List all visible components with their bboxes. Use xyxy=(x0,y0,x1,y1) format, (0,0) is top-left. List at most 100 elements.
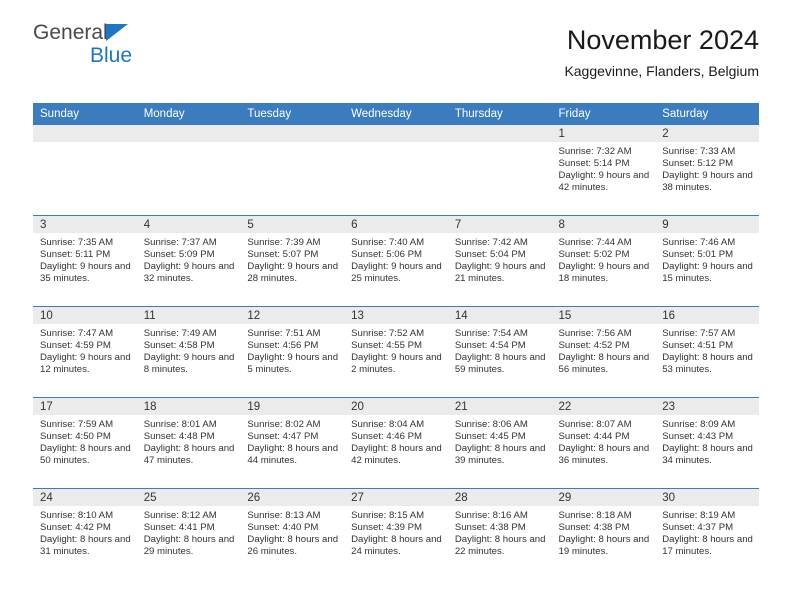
day-details: Sunrise: 8:06 AM Sunset: 4:45 PM Daylight:… xyxy=(448,415,552,467)
calendar-day-cell[interactable]: 5 Sunrise: 7:39 AM Sunset: 5:07 PM Daylight… xyxy=(240,215,345,307)
day-cell-inner xyxy=(344,125,448,215)
calendar-day-cell[interactable]: 13 Sunrise: 7:52 AM Sunset: 4:55 PM Dayligh… xyxy=(344,306,448,398)
calendar-day-cell[interactable]: 19 Sunrise: 8:02 AM Sunset: 4:47 PM Dayligh… xyxy=(240,397,345,489)
sunrise-text: Sunrise: 7:57 AM xyxy=(662,328,736,339)
calendar-day-cell[interactable]: 6 Sunrise: 7:40 AM Sunset: 5:06 PM Daylight… xyxy=(344,215,448,307)
day-number: 4 xyxy=(136,216,241,233)
calendar-day-cell[interactable]: 8 Sunrise: 7:44 AM Sunset: 5:02 PM Daylight… xyxy=(551,215,656,307)
day-details: Sunrise: 8:12 AM Sunset: 4:41 PM Daylight:… xyxy=(137,506,241,558)
day-details: Sunrise: 7:54 AM Sunset: 4:54 PM Daylight:… xyxy=(448,324,552,376)
daylight-text: Daylight: 9 hours and 28 minutes. xyxy=(247,261,339,285)
calendar-day-cell[interactable]: 25 Sunrise: 8:12 AM Sunset: 4:41 PM Dayligh… xyxy=(136,488,241,579)
calendar-day-cell[interactable]: 28 Sunrise: 8:16 AM Sunset: 4:38 PM Dayligh… xyxy=(447,488,552,579)
sunrise-text: Sunrise: 7:37 AM xyxy=(143,237,217,248)
sunset-text: Sunset: 4:42 PM xyxy=(40,522,111,534)
daylight-text: Daylight: 8 hours and 29 minutes. xyxy=(143,534,235,558)
calendar-day-cell[interactable]: 24 Sunrise: 8:10 AM Sunset: 4:42 PM Dayligh… xyxy=(33,488,137,579)
sunset-text: Sunset: 4:59 PM xyxy=(40,340,111,352)
sunrise-text: Sunrise: 8:04 AM xyxy=(351,419,425,430)
day-details: Sunrise: 8:09 AM Sunset: 4:43 PM Daylight:… xyxy=(655,415,759,467)
sunrise-text: Sunrise: 7:52 AM xyxy=(351,328,425,339)
calendar-day-cell[interactable]: 26 Sunrise: 8:13 AM Sunset: 4:40 PM Dayligh… xyxy=(240,488,345,579)
daylight-text: Daylight: 8 hours and 42 minutes. xyxy=(351,443,442,467)
daylight-text: Daylight: 8 hours and 17 minutes. xyxy=(662,534,753,558)
weekday-header-monday: Monday xyxy=(136,103,241,125)
page-subtitle: Kaggevinne, Flanders, Belgium xyxy=(564,63,759,79)
day-details: Sunrise: 7:46 AM Sunset: 5:01 PM Daylight:… xyxy=(655,233,759,285)
page-title: November 2024 xyxy=(566,25,759,55)
day-number: 1 xyxy=(551,125,656,142)
daylight-text: Daylight: 9 hours and 8 minutes. xyxy=(143,352,235,376)
daylight-text: Daylight: 9 hours and 42 minutes. xyxy=(558,170,650,194)
sunset-text: Sunset: 4:54 PM xyxy=(454,340,526,352)
sunset-text: Sunset: 4:47 PM xyxy=(247,431,319,443)
calendar-day-cell[interactable]: 16 Sunrise: 7:57 AM Sunset: 4:51 PM Dayligh… xyxy=(655,306,759,398)
page-header: General Blue November 2024 Kaggevinne, F… xyxy=(33,0,759,80)
day-cell-inner: 2 Sunrise: 7:33 AM Sunset: 5:12 PM Daylight… xyxy=(655,125,759,215)
sunset-text: Sunset: 5:12 PM xyxy=(662,158,734,170)
sunrise-text: Sunrise: 7:40 AM xyxy=(351,237,425,248)
daylight-text: Daylight: 8 hours and 56 minutes. xyxy=(558,352,650,376)
sunrise-text: Sunrise: 8:19 AM xyxy=(662,510,736,521)
sunrise-text: Sunrise: 7:39 AM xyxy=(247,237,321,248)
daylight-text: Daylight: 9 hours and 35 minutes. xyxy=(40,261,131,285)
daylight-text: Daylight: 9 hours and 38 minutes. xyxy=(662,170,753,194)
calendar-day-cell[interactable]: 23 Sunrise: 8:09 AM Sunset: 4:43 PM Dayligh… xyxy=(655,397,759,489)
day-details: Sunrise: 7:32 AM Sunset: 5:14 PM Daylight:… xyxy=(552,142,656,194)
calendar-day-cell[interactable]: 30 Sunrise: 8:19 AM Sunset: 4:37 PM Dayligh… xyxy=(655,488,759,579)
weekday-header-friday: Friday xyxy=(551,103,656,125)
day-number xyxy=(447,125,552,142)
calendar-day-cell[interactable]: 9 Sunrise: 7:46 AM Sunset: 5:01 PM Daylight… xyxy=(655,215,759,307)
weekday-header-row: Sunday Monday Tuesday Wednesday Thursday… xyxy=(33,103,759,125)
day-number: 21 xyxy=(447,398,552,415)
sunrise-text: Sunrise: 7:47 AM xyxy=(40,328,114,339)
day-number: 28 xyxy=(447,489,552,506)
calendar-page: General Blue November 2024 Kaggevinne, F… xyxy=(0,0,792,612)
sunset-text: Sunset: 4:39 PM xyxy=(351,522,423,534)
day-cell-inner: 5 Sunrise: 7:39 AM Sunset: 5:07 PM Daylight… xyxy=(240,216,345,306)
calendar-week-row: 24 Sunrise: 8:10 AM Sunset: 4:42 PM Dayligh… xyxy=(33,488,759,579)
day-details: Sunrise: 7:37 AM Sunset: 5:09 PM Daylight:… xyxy=(137,233,241,285)
daylight-text: Daylight: 9 hours and 5 minutes. xyxy=(247,352,339,376)
calendar-day-cell[interactable]: 15 Sunrise: 7:56 AM Sunset: 4:52 PM Dayligh… xyxy=(551,306,656,398)
daylight-text: Daylight: 8 hours and 44 minutes. xyxy=(247,443,339,467)
calendar-day-cell[interactable]: 4 Sunrise: 7:37 AM Sunset: 5:09 PM Daylight… xyxy=(136,215,241,307)
calendar-day-cell[interactable]: 27 Sunrise: 8:15 AM Sunset: 4:39 PM Dayligh… xyxy=(344,488,448,579)
day-number: 22 xyxy=(551,398,656,415)
sunrise-text: Sunrise: 8:07 AM xyxy=(558,419,632,430)
daylight-text: Daylight: 9 hours and 25 minutes. xyxy=(351,261,442,285)
calendar-day-cell[interactable]: 10 Sunrise: 7:47 AM Sunset: 4:59 PM Dayligh… xyxy=(33,306,137,398)
day-number: 11 xyxy=(136,307,241,324)
calendar-day-cell[interactable]: 17 Sunrise: 7:59 AM Sunset: 4:50 PM Dayligh… xyxy=(33,397,137,489)
day-cell-inner: 9 Sunrise: 7:46 AM Sunset: 5:01 PM Daylight… xyxy=(655,216,759,306)
day-number: 25 xyxy=(136,489,241,506)
daylight-text: Daylight: 9 hours and 2 minutes. xyxy=(351,352,442,376)
calendar-day-cell[interactable]: 29 Sunrise: 8:18 AM Sunset: 4:38 PM Dayligh… xyxy=(551,488,656,579)
day-cell-inner: 30 Sunrise: 8:19 AM Sunset: 4:37 PM Dayligh… xyxy=(655,489,759,579)
day-number: 13 xyxy=(344,307,448,324)
calendar-day-cell[interactable]: 1 Sunrise: 7:32 AM Sunset: 5:14 PM Daylight… xyxy=(551,125,656,216)
calendar-day-cell[interactable]: 18 Sunrise: 8:01 AM Sunset: 4:48 PM Dayligh… xyxy=(136,397,241,489)
day-cell-inner: 23 Sunrise: 8:09 AM Sunset: 4:43 PM Dayligh… xyxy=(655,398,759,488)
calendar-day-cell[interactable]: 11 Sunrise: 7:49 AM Sunset: 4:58 PM Dayligh… xyxy=(136,306,241,398)
calendar-day-cell[interactable]: 21 Sunrise: 8:06 AM Sunset: 4:45 PM Dayligh… xyxy=(447,397,552,489)
sunset-text: Sunset: 5:14 PM xyxy=(558,158,630,170)
calendar-day-cell[interactable]: 12 Sunrise: 7:51 AM Sunset: 4:56 PM Dayligh… xyxy=(240,306,345,398)
calendar-day-cell[interactable]: 3 Sunrise: 7:35 AM Sunset: 5:11 PM Daylight… xyxy=(33,215,137,307)
daylight-text: Daylight: 9 hours and 21 minutes. xyxy=(454,261,546,285)
calendar-day-cell[interactable]: 14 Sunrise: 7:54 AM Sunset: 4:54 PM Dayligh… xyxy=(447,306,552,398)
sunrise-text: Sunrise: 8:02 AM xyxy=(247,419,321,430)
day-cell-inner: 22 Sunrise: 8:07 AM Sunset: 4:44 PM Dayligh… xyxy=(551,398,656,488)
sunset-text: Sunset: 4:45 PM xyxy=(454,431,526,443)
daylight-text: Daylight: 8 hours and 19 minutes. xyxy=(558,534,650,558)
day-number: 8 xyxy=(551,216,656,233)
sunset-text: Sunset: 4:55 PM xyxy=(351,340,423,352)
sunrise-text: Sunrise: 7:46 AM xyxy=(662,237,736,248)
sunrise-text: Sunrise: 7:56 AM xyxy=(558,328,632,339)
calendar-day-cell[interactable]: 20 Sunrise: 8:04 AM Sunset: 4:46 PM Dayligh… xyxy=(344,397,448,489)
calendar-day-cell[interactable]: 22 Sunrise: 8:07 AM Sunset: 4:44 PM Dayligh… xyxy=(551,397,656,489)
calendar-day-cell[interactable]: 7 Sunrise: 7:42 AM Sunset: 5:04 PM Daylight… xyxy=(447,215,552,307)
calendar-day-cell[interactable]: 2 Sunrise: 7:33 AM Sunset: 5:12 PM Daylight… xyxy=(655,125,759,216)
day-details: Sunrise: 8:16 AM Sunset: 4:38 PM Daylight:… xyxy=(448,506,552,558)
general-blue-logo: General Blue xyxy=(33,22,223,70)
